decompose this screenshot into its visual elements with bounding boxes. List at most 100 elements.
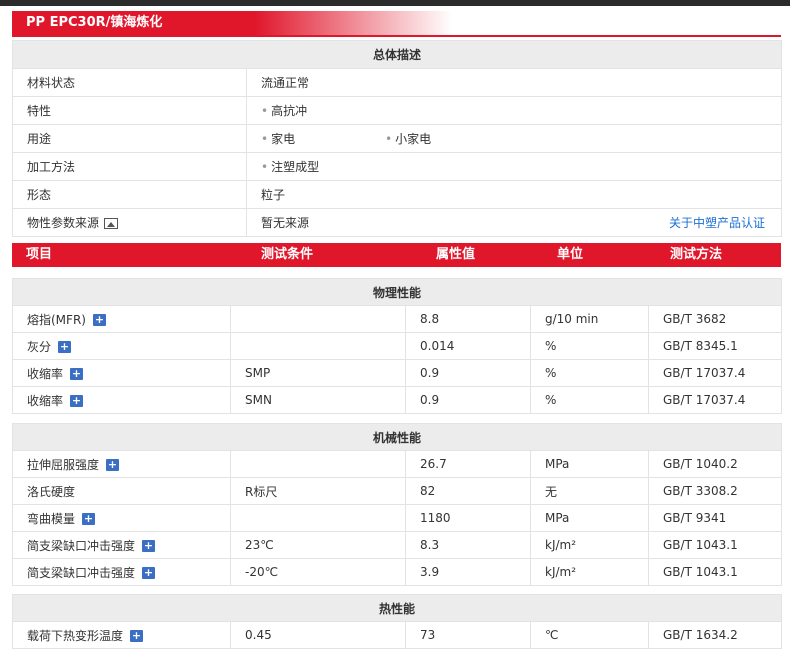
expand-plus-icon[interactable]: + [142,540,156,552]
test-condition: SMN [230,386,406,414]
bullet-icon: • [261,104,269,118]
test-method: GB/T 3308.2 [647,477,783,505]
test-method: GB/T 17037.4 [647,386,783,414]
table-row: 弯曲模量 + 1180 MPa GB/T 9341 [12,504,783,532]
title-underline [12,35,781,37]
unit: MPa [530,504,649,532]
col-condition: 测试条件 [261,247,314,262]
test-condition: R标尺 [230,477,406,505]
overview-row: 物性参数来源 暂无来源 关于中塑产品认证 [12,208,783,237]
property-value: 0.014 [405,332,531,360]
property-value: 82 [405,477,531,505]
unit: % [530,359,649,387]
test-condition [230,450,406,478]
overview-label: 用途 [12,124,247,153]
mechanical-properties-table: 机械性能 拉伸屈服强度 + 26.7 MPa GB/T 1040.2 洛氏硬度 R… [11,423,783,586]
bullet-icon: • [385,132,393,146]
expand-plus-icon[interactable]: + [70,395,84,407]
unit: % [530,386,649,414]
bullet-icon: • [261,132,269,146]
expand-plus-icon[interactable]: + [82,513,96,525]
unit: kJ/m² [530,558,649,586]
test-method: GB/T 1043.1 [647,531,783,559]
test-method: GB/T 3682 [647,305,783,333]
overview-value: 流通正常 [245,68,783,97]
overview-label: 加工方法 [12,152,247,181]
test-method: GB/T 9341 [647,504,783,532]
product-title: PP EPC30R/镇海炼化 [12,11,452,35]
table-row: 灰分 + 0.014 % GB/T 8345.1 [12,332,783,360]
col-value: 属性值 [436,247,476,262]
bullet-icon: • [261,160,269,174]
test-method: GB/T 1040.2 [647,450,783,478]
physical-properties-table: 物理性能 熔指(MFR) + 8.8 g/10 min GB/T 3682 灰分 +… [11,278,783,414]
property-value: 8.8 [405,305,531,333]
table-row: 简支梁缺口冲击强度 + -20℃ 3.9 kJ/m² GB/T 1043.1 [12,558,783,586]
test-condition: 23℃ [230,531,406,559]
overview-value: 粒子 [245,180,783,209]
table-row: 拉伸屈服强度 + 26.7 MPa GB/T 1040.2 [12,450,783,478]
top-bar [0,0,790,6]
test-method: GB/T 17037.4 [647,359,783,387]
item-label: 洛氏硬度 [27,484,76,499]
unit: kJ/m² [530,531,649,559]
section-title: 机械性能 [11,423,783,451]
test-condition: 0.45 [230,621,406,649]
property-value: 1180 [405,504,531,532]
overview-value: 家电 [271,132,296,146]
unit: MPa [530,450,649,478]
overview-row: 特性 • 高抗冲 [12,96,783,125]
table-row: 简支梁缺口冲击强度 + 23℃ 8.3 kJ/m² GB/T 1043.1 [12,531,783,559]
section-title: 热性能 [11,594,783,622]
unit: % [530,332,649,360]
overview-row: 材料状态 流通正常 [12,68,783,97]
overview-section-title: 总体描述 [11,40,783,69]
property-value: 26.7 [405,450,531,478]
overview-value-2: 小家电 [395,132,432,146]
item-label: 收缩率 [27,393,64,408]
overview-value: 暂无来源 [246,208,532,237]
overview-row: 形态 粒子 [12,180,783,209]
property-column-header: 项目 测试条件 属性值 单位 测试方法 [12,243,781,267]
expand-plus-icon[interactable]: + [58,341,72,353]
section-title: 物理性能 [11,278,783,306]
overview-value: 注塑成型 [271,160,320,174]
table-row: 洛氏硬度 R标尺 82 无 GB/T 3308.2 [12,477,783,505]
item-label: 拉伸屈服强度 [27,457,100,472]
property-value: 0.9 [405,386,531,414]
test-condition: SMP [230,359,406,387]
property-value: 73 [405,621,531,649]
image-icon[interactable] [104,218,119,229]
expand-plus-icon[interactable]: + [130,630,144,642]
expand-plus-icon[interactable]: + [106,459,120,471]
item-label: 灰分 [27,339,52,354]
table-row: 熔指(MFR) + 8.8 g/10 min GB/T 3682 [12,305,783,333]
test-condition: -20℃ [230,558,406,586]
expand-plus-icon[interactable]: + [70,368,84,380]
overview-value: 高抗冲 [271,104,308,118]
property-value: 3.9 [405,558,531,586]
item-label: 收缩率 [27,366,64,381]
overview-label: 特性 [12,96,247,125]
overview-table: 总体描述 材料状态 流通正常 特性 • 高抗冲 用途 • 家电 • 小家电 加工方法 •… [11,40,783,237]
certification-link[interactable]: 关于中塑产品认证 [531,208,783,237]
test-method: GB/T 1634.2 [647,621,783,649]
col-item: 项目 [26,247,53,262]
item-label: 简支梁缺口冲击强度 [27,538,136,553]
property-value: 0.9 [405,359,531,387]
test-condition [230,504,406,532]
item-label: 熔指(MFR) [27,312,86,327]
property-value: 8.3 [405,531,531,559]
item-label: 简支梁缺口冲击强度 [27,565,136,580]
unit: ℃ [530,621,649,649]
table-row: 收缩率 + SMN 0.9 % GB/T 17037.4 [12,386,783,414]
unit: 无 [530,477,649,505]
expand-plus-icon[interactable]: + [92,314,106,326]
col-method: 测试方法 [670,247,723,262]
overview-row: 用途 • 家电 • 小家电 [12,124,783,153]
overview-label: 形态 [12,180,247,209]
test-condition [230,305,406,333]
expand-plus-icon[interactable]: + [142,567,156,579]
test-condition [230,332,406,360]
table-row: 收缩率 + SMP 0.9 % GB/T 17037.4 [12,359,783,387]
